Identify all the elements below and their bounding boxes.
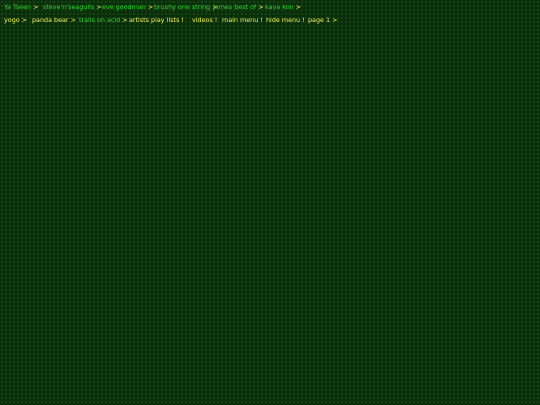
nav-link-label[interactable]: panda bear xyxy=(32,16,69,24)
nav-separator: > xyxy=(295,3,302,11)
nav-separator: ! xyxy=(214,16,218,24)
nav-item-artists-play-lists[interactable]: artists play lists! xyxy=(129,16,184,24)
nav-item-brushy-one-string[interactable]: brushy one string > xyxy=(154,3,218,11)
nav-separator: > xyxy=(122,16,128,24)
nav-item-yogo[interactable]: yogo > xyxy=(4,16,27,24)
nav-item-trails-on-acid[interactable]: trails on acid > xyxy=(79,16,128,24)
nav-link-label[interactable]: james best of xyxy=(213,3,256,11)
nav-item-hide-menu[interactable]: hide menu! xyxy=(266,16,305,24)
nav-separator: > xyxy=(96,3,102,11)
nav-link-label[interactable]: main menu xyxy=(222,16,258,24)
nav-separator: > xyxy=(332,16,338,24)
nav-link-label[interactable]: steve'n'seagulls xyxy=(43,3,94,11)
nav-separator: > xyxy=(70,16,76,24)
nav-link-label[interactable]: hide menu xyxy=(266,16,300,24)
nav-separator: ! xyxy=(302,16,305,24)
nav-item-ya-tseen[interactable]: Ya Tseen > xyxy=(4,3,38,11)
nav-separator: ! xyxy=(181,16,184,24)
nav-separator: > xyxy=(147,3,154,11)
nav-item-panda-bear[interactable]: panda bear > xyxy=(32,16,76,24)
nav-item-steve-n-seagulls[interactable]: steve'n'seagulls > xyxy=(43,3,102,11)
nav-item-page-1[interactable]: page 1 > xyxy=(308,16,337,24)
nav-item-kava-kon[interactable]: kava kon > xyxy=(265,3,301,11)
nav-link-label[interactable]: kava kon xyxy=(265,3,294,11)
nav-item-videos[interactable]: videos! xyxy=(192,16,217,24)
nav-link-label[interactable]: videos xyxy=(192,16,213,24)
nav-link-label[interactable]: eve goodman xyxy=(102,3,146,11)
nav-link-label[interactable]: yogo xyxy=(4,16,20,24)
nav-link-label[interactable]: page 1 xyxy=(308,16,330,24)
nav-item-james-best-of[interactable]: james best of > xyxy=(213,3,264,11)
nav-separator: > xyxy=(33,3,39,11)
nav-link-label[interactable]: Ya Tseen xyxy=(4,3,31,11)
nav-separator: > xyxy=(258,3,264,11)
nav-item-eve-goodman[interactable]: eve goodman > xyxy=(102,3,153,11)
nav-link-label[interactable]: trails on acid xyxy=(79,16,120,24)
nav-link-label[interactable]: artists play lists xyxy=(129,16,179,24)
nav-separator: > xyxy=(21,16,28,24)
nav-separator: ! xyxy=(260,16,263,24)
nav-item-main-menu[interactable]: main menu! xyxy=(222,16,263,24)
nav-link-label[interactable]: brushy one string xyxy=(154,3,210,11)
